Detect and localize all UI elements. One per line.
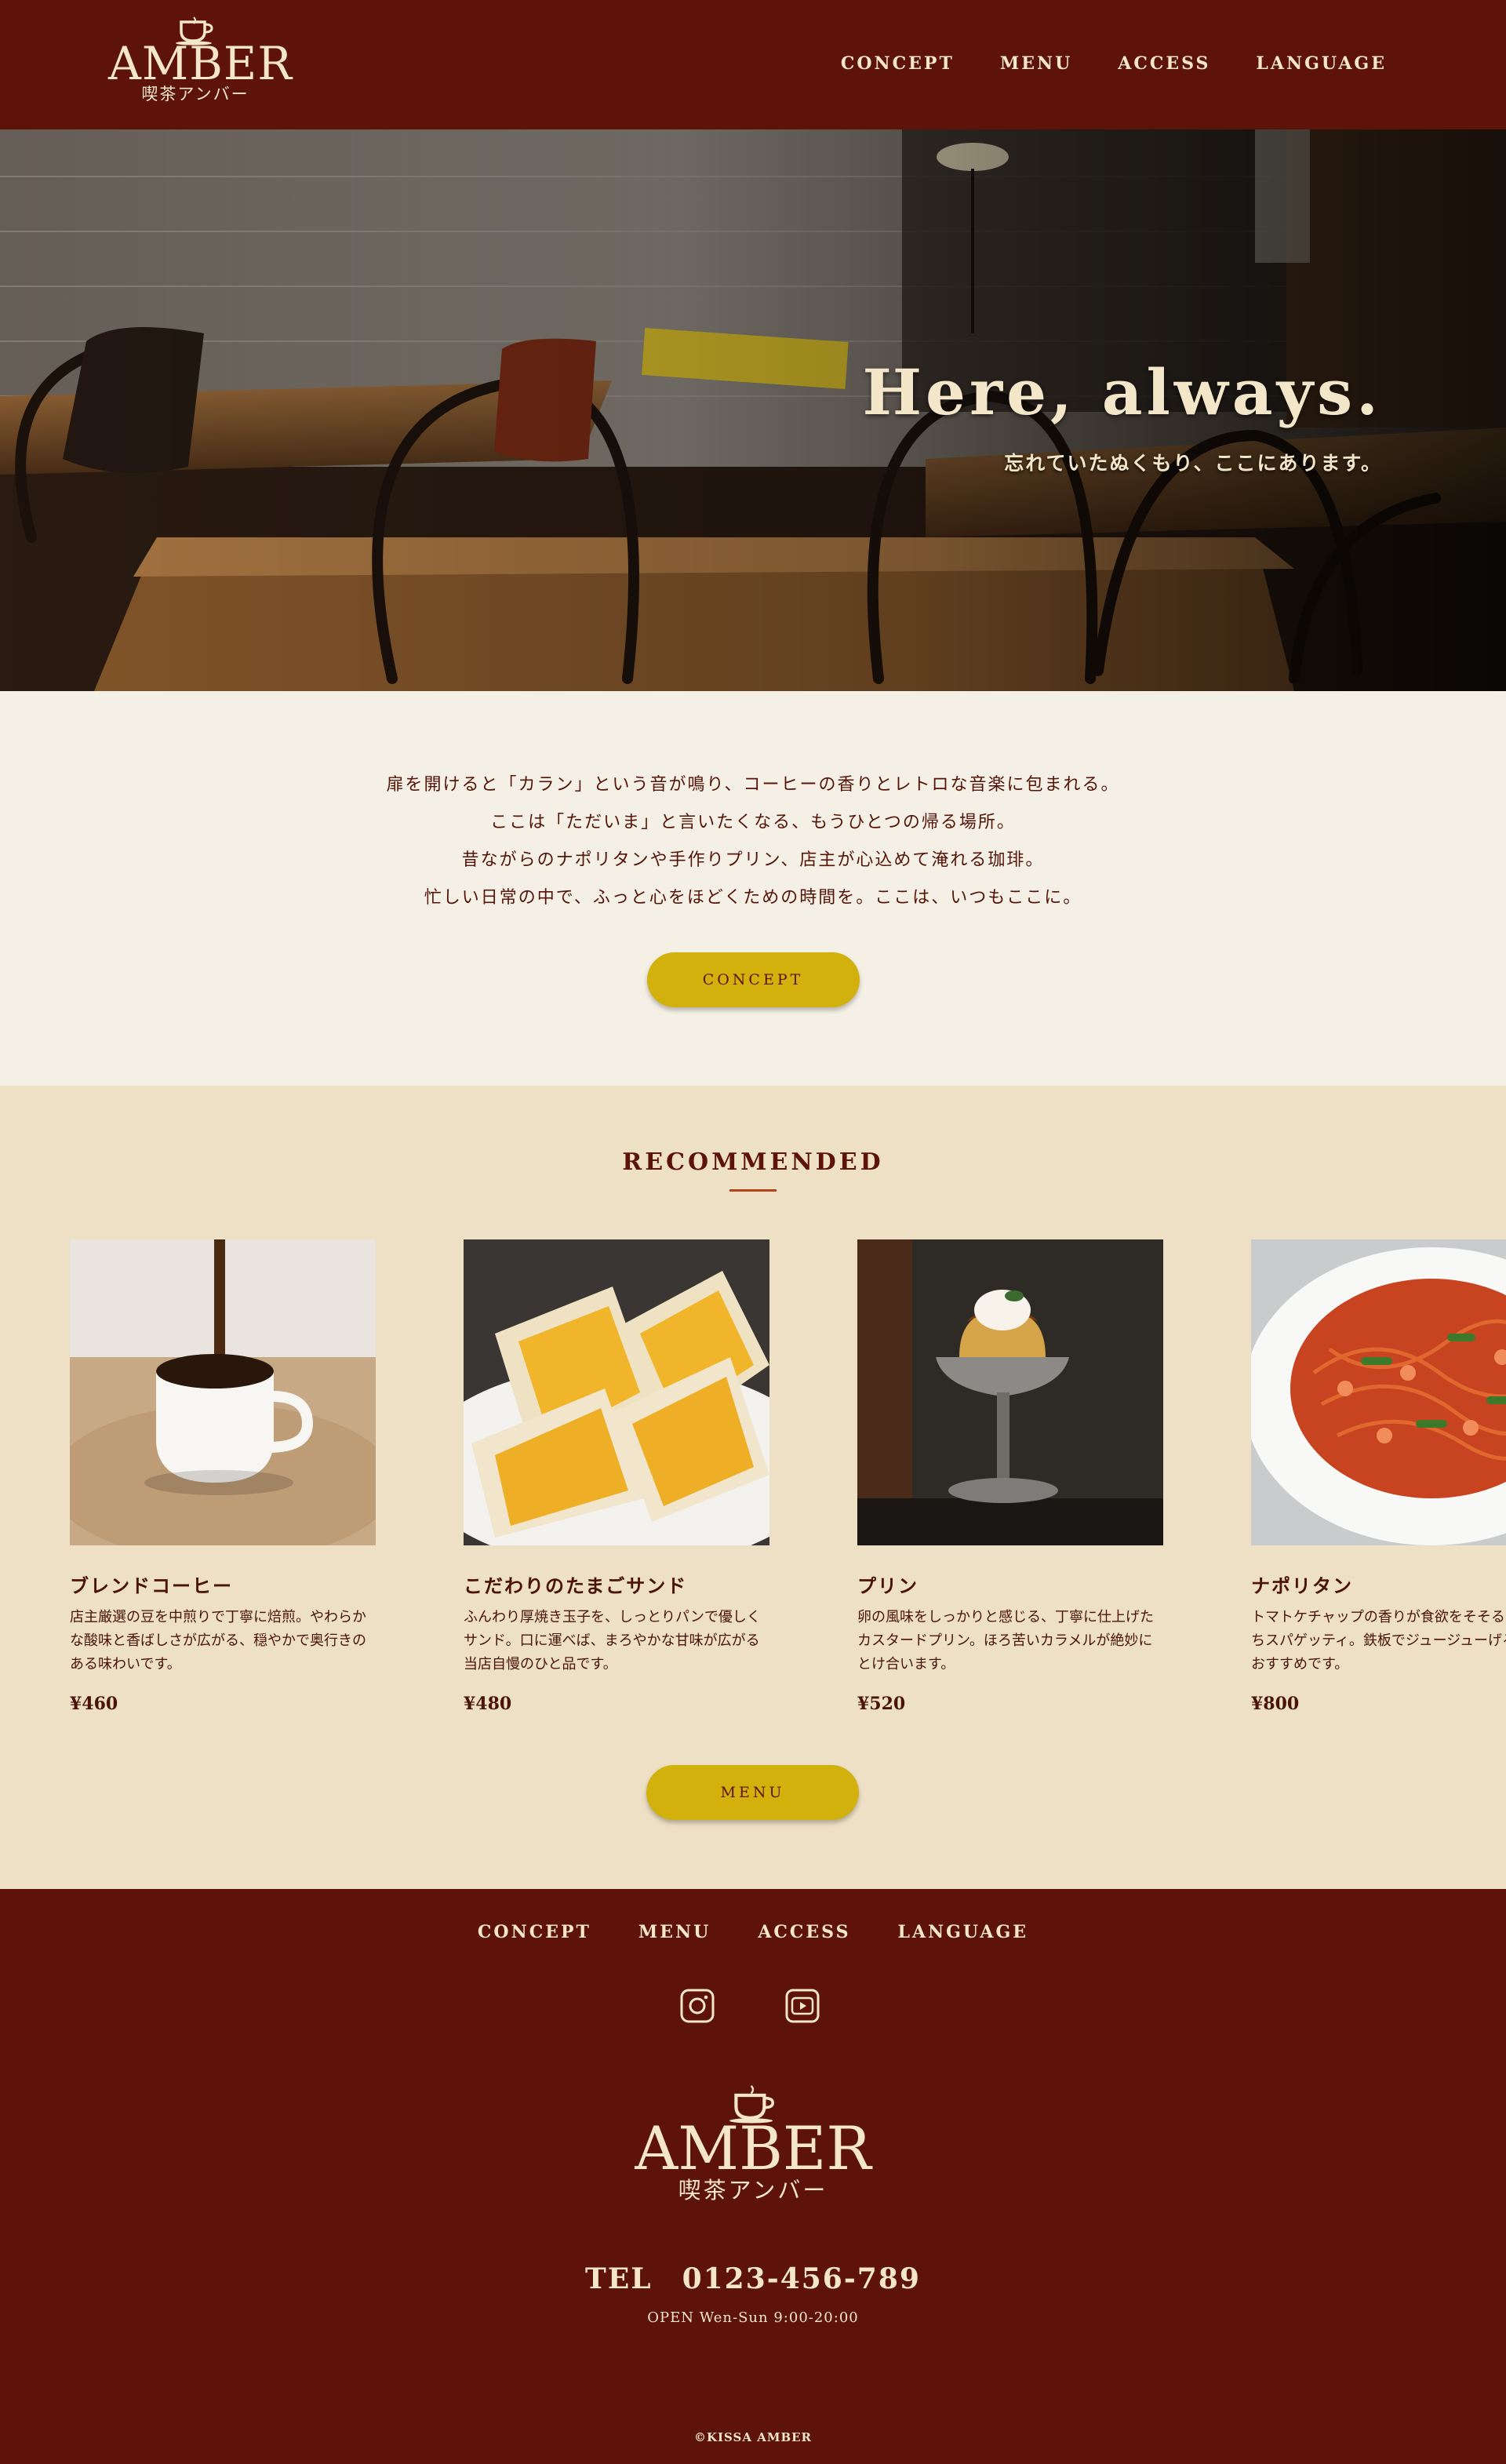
- menu-item-name: ブレンドコーヒー: [70, 1575, 233, 1597]
- napolitan-pasta-image: [1251, 1239, 1506, 1545]
- section-title: RECOMMENDED: [622, 1148, 884, 1176]
- site-header: AMBER 喫茶アンバー CONCEPT MENU ACCESS LANGUAG…: [0, 0, 1506, 129]
- intro-line: 扉を開けると「カラン」という音が鳴り、コーヒーの香りとレトロな音楽に包まれる。: [386, 775, 1120, 795]
- brand-logo[interactable]: AMBER 喫茶アンバー: [108, 14, 293, 112]
- telephone[interactable]: TEL 0123-456-789: [0, 2256, 1506, 2297]
- menu-item-price: ¥520: [857, 1694, 906, 1714]
- nav-concept[interactable]: CONCEPT: [841, 53, 955, 74]
- instagram-icon[interactable]: [679, 1988, 715, 2024]
- custard-pudding-image: [857, 1239, 1163, 1545]
- hero-section: Here, always. 忘れていたぬくもり、ここにあります。: [0, 129, 1506, 691]
- menu-button[interactable]: MENU: [646, 1765, 859, 1820]
- menu-item-desc: 店主厳選の豆を中煎りで丁寧に焙煎。やわらかな酸味と香ばしさが広がる、穏やかで奥行…: [70, 1609, 366, 1672]
- menu-card[interactable]: ブレンドコーヒー 店主厳選の豆を中煎りで丁寧に焙煎。やわらかな酸味と香ばしさが広…: [70, 1239, 376, 1714]
- global-nav: CONCEPT MENU ACCESS LANGUAGE: [841, 53, 1387, 74]
- footer-nav-access[interactable]: ACCESS: [758, 1922, 850, 1942]
- brand-name: AMBER: [108, 37, 293, 90]
- hero-copy: Here, always. 忘れていたぬくもり、ここにあります。: [862, 357, 1382, 476]
- nav-access[interactable]: ACCESS: [1118, 53, 1210, 74]
- footer-brand-name: AMBER: [635, 2113, 871, 2183]
- coffee-cup-image: [70, 1239, 376, 1545]
- youtube-icon[interactable]: [784, 1988, 820, 2024]
- hero-subtitle: 忘れていたぬくもり、ここにあります。: [1004, 452, 1382, 475]
- intro-line: 忙しい日常の中で、ふっと心をほどくための時間を。ここは、いつもここに。: [424, 888, 1082, 908]
- menu-card[interactable]: ナポリタン トマトケチャップの香りが食欲をそそるもちもちスパゲッティ。鉄板でジュ…: [1251, 1239, 1506, 1714]
- footer-logo[interactable]: AMBER 喫茶アンバー: [634, 2085, 872, 2204]
- menu-item-price: ¥460: [70, 1694, 118, 1714]
- menu-card-list: ブレンドコーヒー 店主厳選の豆を中煎りで丁寧に焙煎。やわらかな酸味と香ばしさが広…: [70, 1239, 1506, 1714]
- menu-item-desc: トマトケチャップの香りが食欲をそそるもちもちスパゲッティ。鉄板でジュージューげる…: [1251, 1609, 1506, 1672]
- site-footer: CONCEPT MENU ACCESS LANGUAGE AMBER 喫茶アンバ…: [0, 1889, 1506, 2464]
- nav-menu[interactable]: MENU: [1000, 53, 1072, 74]
- footer-nav: CONCEPT MENU ACCESS LANGUAGE: [0, 1922, 1506, 1942]
- menu-item-name: こだわりのたまごサンド: [464, 1575, 688, 1597]
- title-divider: [729, 1189, 777, 1192]
- menu-item-desc: ふんわり厚焼き玉子を、しっとりパンで優しくサンド。口に運べば、まろやかな甘味が広…: [464, 1609, 761, 1672]
- concept-button[interactable]: CONCEPT: [646, 952, 860, 1007]
- nav-language[interactable]: LANGUAGE: [1256, 53, 1387, 74]
- egg-sandwich-image: [464, 1239, 769, 1545]
- menu-item-price: ¥800: [1251, 1694, 1300, 1714]
- intro-line: ここは「ただいま」と言いたくなる、もうひとつの帰る場所。: [490, 813, 1016, 832]
- footer-nav-menu[interactable]: MENU: [638, 1922, 711, 1942]
- recommended-section: RECOMMENDED ブレンドコーヒー 店主厳選の豆を中煎りで丁寧に焙煎。やわ…: [0, 1086, 1506, 1889]
- menu-item-name: プリン: [857, 1575, 919, 1597]
- menu-item-name: ナポリタン: [1251, 1575, 1353, 1597]
- footer-nav-concept[interactable]: CONCEPT: [478, 1922, 591, 1942]
- intro-line: 昔ながらのナポリタンや手作りプリン、店主が心込めて淹れる珈琲。: [461, 850, 1045, 870]
- intro-section: 扉を開けると「カラン」という音が鳴り、コーヒーの香りとレトロな音楽に包まれる。 …: [0, 691, 1506, 1086]
- hero-title: Here, always.: [862, 355, 1382, 429]
- opening-hours: OPEN Wen-Sun 9:00-20:00: [647, 2309, 859, 2326]
- social-links: [679, 1988, 820, 2024]
- menu-item-price: ¥480: [464, 1694, 512, 1714]
- menu-card[interactable]: プリン 卵の風味をしっかりと感じる、丁寧に仕上げたカスタードプリン。ほろ苦いカラ…: [857, 1239, 1163, 1714]
- footer-nav-language[interactable]: LANGUAGE: [897, 1922, 1028, 1942]
- menu-item-desc: 卵の風味をしっかりと感じる、丁寧に仕上げたカスタードプリン。ほろ苦いカラメルが絶…: [857, 1609, 1154, 1672]
- menu-card[interactable]: こだわりのたまごサンド ふんわり厚焼き玉子を、しっとりパンで優しくサンド。口に運…: [464, 1239, 769, 1714]
- copyright: ©KISSA AMBER: [693, 2430, 813, 2444]
